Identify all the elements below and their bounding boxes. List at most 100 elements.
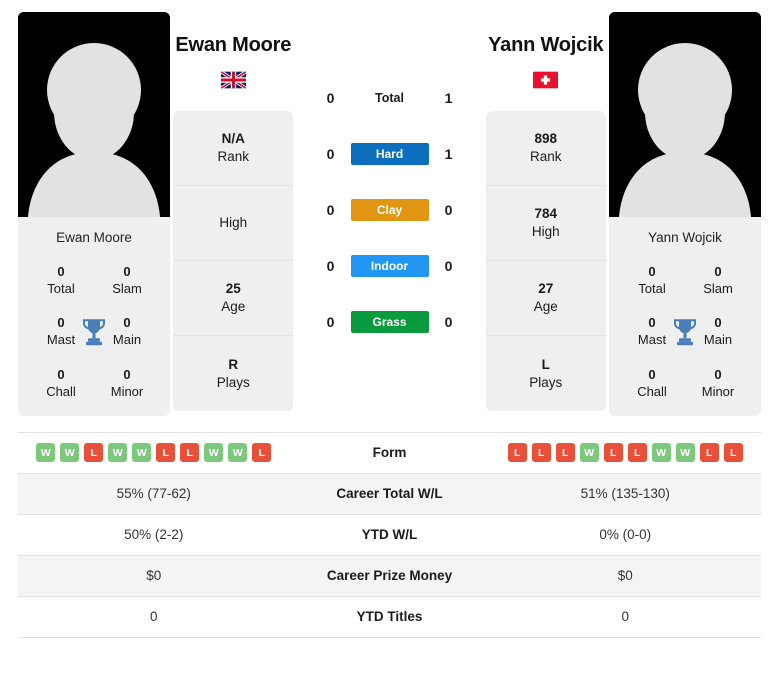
row-label: Form bbox=[372, 445, 407, 461]
info-label: High bbox=[219, 215, 248, 231]
ch-flag-icon bbox=[533, 71, 559, 89]
surface-badge-hard[interactable]: Hard bbox=[350, 143, 429, 165]
info-value: L bbox=[541, 356, 550, 372]
right-form-cell: LLLWLLWWLL bbox=[490, 443, 762, 463]
surface-badge-grass[interactable]: Grass bbox=[350, 311, 429, 333]
title-stat-label: Total bbox=[47, 281, 75, 297]
title-stat-value: 0 bbox=[648, 366, 656, 382]
surface-left-score: 0 bbox=[326, 258, 335, 274]
right-form-badges: LLLWLLWWLL bbox=[490, 443, 762, 463]
title-stat-total: 0 Total bbox=[619, 263, 685, 297]
right-player-info-card: 898 Rank 784 High 27 Age L Plays bbox=[485, 111, 606, 411]
head-to-head-section: Ewan Moore 0 Total 0 Slam 0 Mast 0 Main bbox=[0, 0, 779, 416]
left-form-badges: WWLWWLLWWL bbox=[18, 443, 290, 463]
form-badge-loss: L bbox=[252, 443, 272, 463]
left-ytd-titles: 0 bbox=[149, 609, 158, 625]
title-stat-label: Chall bbox=[637, 383, 667, 399]
left-ytd-wl: 50% (2-2) bbox=[124, 527, 184, 543]
surface-row-hard: 0 Hard 1 bbox=[297, 126, 483, 182]
title-stat-value: 0 bbox=[57, 264, 65, 279]
form-badge-loss: L bbox=[603, 443, 623, 463]
player-silhouette-icon bbox=[609, 12, 761, 217]
surface-right-score: 0 bbox=[444, 202, 453, 218]
title-stat-minor: 0 Minor bbox=[685, 366, 751, 400]
info-rank: 898 Rank bbox=[485, 111, 606, 186]
title-stat-value: 0 bbox=[123, 366, 131, 382]
left-player-info-card: N/A Rank High 25 Age R Plays bbox=[173, 111, 294, 411]
table-row-ytd-wl: 50% (2-2) YTD W/L 0% (0-0) bbox=[18, 515, 761, 556]
title-stat-label: Minor bbox=[110, 383, 144, 399]
surface-right-score: 0 bbox=[444, 314, 453, 330]
left-flag-row bbox=[170, 71, 297, 89]
right-career-wl: 51% (135-130) bbox=[580, 486, 670, 502]
row-label: Career Prize Money bbox=[326, 568, 453, 584]
right-ytd-wl: 0% (0-0) bbox=[599, 527, 652, 543]
right-player-caption: Yann Wojcik bbox=[609, 217, 761, 257]
info-high: 784 High bbox=[485, 186, 606, 261]
surface-row-total: 0 Total 1 bbox=[297, 70, 483, 126]
surface-badge-total: Total bbox=[375, 91, 404, 105]
form-badge-win: W bbox=[108, 443, 128, 463]
form-badge-win: W bbox=[579, 443, 599, 463]
title-stat-total: 0 Total bbox=[28, 263, 94, 297]
info-label: Plays bbox=[216, 374, 250, 390]
form-badge-loss: L bbox=[156, 443, 176, 463]
title-stat-value: 0 bbox=[123, 264, 131, 279]
form-badge-win: W bbox=[204, 443, 224, 463]
right-player-name[interactable]: Yann Wojcik bbox=[483, 34, 610, 57]
title-stat-label: Chall bbox=[46, 383, 76, 399]
info-value: 27 bbox=[538, 281, 554, 297]
form-badge-loss: L bbox=[180, 443, 200, 463]
form-badge-win: W bbox=[36, 443, 56, 463]
surface-right-score: 1 bbox=[444, 146, 453, 162]
info-label: Rank bbox=[217, 149, 249, 164]
form-badge-win: W bbox=[675, 443, 695, 463]
surface-right-score: 1 bbox=[444, 90, 453, 106]
form-badge-loss: L bbox=[555, 443, 575, 463]
left-titles-grid: 0 Total 0 Slam 0 Mast 0 Main 0 Chall 0 M… bbox=[28, 263, 160, 400]
left-player-column: Ewan Moore 0 Total 0 Slam 0 Mast 0 Main bbox=[18, 12, 170, 416]
left-player-name[interactable]: Ewan Moore bbox=[170, 34, 297, 57]
surface-badge-indoor[interactable]: Indoor bbox=[350, 255, 429, 277]
info-value: 784 bbox=[534, 206, 558, 222]
info-value: N/A bbox=[221, 131, 245, 147]
info-label: Age bbox=[533, 299, 558, 314]
info-label: Age bbox=[221, 299, 246, 314]
left-player-titles-card: 0 Total 0 Slam 0 Mast 0 Main 0 Chall 0 M… bbox=[18, 257, 170, 416]
row-label: YTD Titles bbox=[356, 609, 423, 625]
title-stat-value: 0 bbox=[57, 366, 65, 382]
info-label: Rank bbox=[529, 149, 562, 164]
surface-left-score: 0 bbox=[326, 314, 335, 330]
left-player-avatar[interactable] bbox=[18, 12, 170, 217]
surface-badge-clay[interactable]: Clay bbox=[350, 199, 429, 221]
player-silhouette-icon bbox=[18, 12, 170, 217]
right-player-titles-card: 0 Total 0 Slam 0 Mast 0 Main 0 Chall 0 M… bbox=[609, 257, 761, 416]
form-badge-win: W bbox=[60, 443, 80, 463]
trophy-icon bbox=[674, 319, 696, 346]
title-stat-value: 0 bbox=[714, 366, 722, 382]
info-value: 25 bbox=[225, 281, 241, 297]
table-row-career-wl: 55% (77-62) Career Total W/L 51% (135-13… bbox=[18, 473, 761, 515]
form-badge-win: W bbox=[132, 443, 152, 463]
surface-score-column: 0 Total 1 0 Hard 1 0 Clay 0 0 Indoor 0 0… bbox=[297, 12, 483, 350]
info-rank: N/A Rank bbox=[173, 111, 294, 186]
right-player-avatar[interactable] bbox=[609, 12, 761, 217]
form-badge-loss: L bbox=[84, 443, 104, 463]
info-age: 27 Age bbox=[485, 261, 606, 336]
title-stat-slam: 0 Slam bbox=[685, 263, 751, 297]
info-plays: R Plays bbox=[173, 336, 293, 411]
title-stat-label: Minor bbox=[701, 383, 735, 399]
row-label: Career Total W/L bbox=[336, 486, 443, 502]
right-flag-row bbox=[483, 71, 610, 89]
info-value: 898 bbox=[534, 131, 558, 147]
title-stat-label: Slam bbox=[112, 281, 142, 297]
table-row-form: WWLWWLLWWL Form LLLWLLWWLL bbox=[18, 433, 761, 474]
title-stat-chall: 0 Chall bbox=[619, 366, 685, 400]
gb-flag-icon bbox=[220, 71, 246, 89]
surface-right-score: 0 bbox=[444, 258, 453, 274]
form-badge-loss: L bbox=[699, 443, 719, 463]
table-row-career-prize: $0 Career Prize Money $0 bbox=[18, 555, 761, 597]
row-label: YTD W/L bbox=[361, 527, 418, 543]
left-player-details: Ewan Moore N/A Rank High 25 Age R Plays bbox=[170, 12, 297, 411]
title-stat-label: Total bbox=[638, 281, 666, 297]
